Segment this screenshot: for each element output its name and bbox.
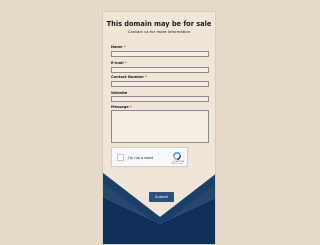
captcha-label: I'm not a robot	[128, 156, 154, 160]
email-label: E-mail *	[111, 61, 127, 65]
captcha-brand: reCAPTCHA	[172, 161, 184, 163]
name-label-text: Name	[111, 45, 123, 49]
recaptcha-widget: I'm not a robot reCAPTCHA Privacy - Term…	[111, 147, 188, 167]
page-title: This domain may be for sale	[106, 20, 212, 28]
name-label: Name *	[111, 45, 126, 49]
captcha-checkbox[interactable]	[117, 154, 124, 161]
required-mark: *	[145, 75, 148, 79]
contact-form-card: This domain may be for sale Contact us f…	[102, 11, 216, 245]
name-field[interactable]	[111, 51, 209, 57]
recaptcha-icon	[173, 152, 181, 160]
contact-number-label: Contact Number *	[111, 75, 147, 79]
page: This domain may be for sale Contact us f…	[0, 0, 320, 245]
contact-number-label-text: Contact Number	[111, 75, 145, 79]
website-label-text: Website	[111, 91, 128, 95]
submit-button[interactable]: Submit	[149, 192, 174, 202]
website-field[interactable]	[111, 96, 209, 102]
required-mark: *	[123, 45, 126, 49]
page-subtitle: Contact us for more information	[127, 29, 191, 34]
message-label-text: Message	[111, 105, 129, 109]
message-label: Message *	[111, 105, 132, 109]
email-label-text: E-mail	[111, 61, 124, 65]
captcha-links[interactable]: Privacy - Terms	[171, 164, 183, 165]
website-label: Website	[111, 91, 127, 95]
email-field[interactable]	[111, 67, 209, 73]
required-mark: *	[130, 105, 132, 109]
required-mark: *	[124, 61, 127, 65]
contact-number-field[interactable]	[111, 81, 209, 87]
message-field[interactable]	[111, 110, 209, 143]
